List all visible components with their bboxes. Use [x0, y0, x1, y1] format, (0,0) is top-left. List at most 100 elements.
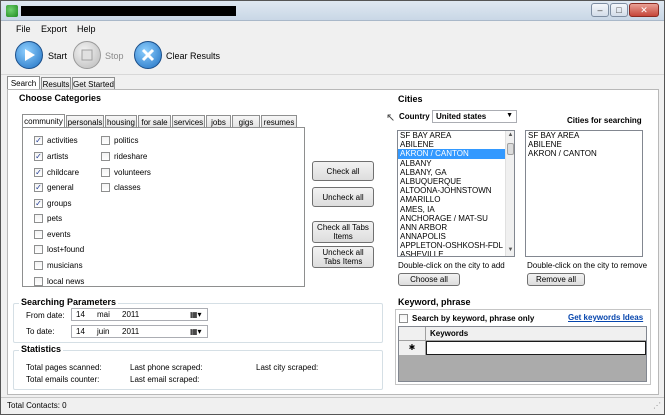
total-pages-label: Total pages scanned: — [26, 363, 102, 372]
checkbox-lost-found[interactable] — [34, 245, 43, 254]
tab-search[interactable]: Search — [7, 76, 40, 90]
scroll-up-icon[interactable]: ▲ — [507, 132, 514, 140]
stop-label[interactable]: Stop — [105, 51, 124, 61]
calendar-dropdown-icon[interactable]: ▦▾ — [190, 310, 202, 319]
app-icon — [6, 5, 18, 17]
category-list-panel: ✓ activities ✓ artists ✓ childcare ✓ gen… — [22, 127, 305, 287]
clear-x-icon — [141, 48, 155, 62]
cities-for-search-list[interactable]: SF BAY AREA ABILENE AKRON / CANTON — [525, 130, 643, 257]
maximize-button[interactable]: □ — [610, 3, 628, 17]
checkbox-groups[interactable]: ✓ — [34, 199, 43, 208]
cat-tab-community[interactable]: community — [22, 114, 65, 128]
city-list-item[interactable]: SF BAY AREA — [398, 131, 514, 140]
minimize-icon: – — [597, 5, 603, 15]
keyword-title: Keyword, phrase — [398, 297, 471, 307]
city-list[interactable]: SF BAY AREA ABILENE AKRON / CANTON ALBANY AL… — [397, 130, 515, 257]
uncheck-all-tabs-button[interactable]: Uncheck all Tabs Items — [312, 246, 374, 268]
label-volunteers: volunteers — [114, 168, 151, 177]
city-list-item[interactable]: ABILENE — [398, 140, 514, 149]
choose-all-button[interactable]: Choose all — [398, 273, 460, 286]
from-date-picker[interactable]: 14 mai 2011 ▦▾ — [71, 308, 208, 321]
uncheck-all-button[interactable]: Uncheck all — [312, 187, 374, 207]
chevron-down-icon: ▼ — [506, 112, 513, 119]
scroll-down-icon[interactable]: ▼ — [507, 247, 514, 255]
resize-grip-icon[interactable]: ⋰ — [653, 401, 661, 410]
checkbox-general[interactable]: ✓ — [34, 183, 43, 192]
city-list-item[interactable]: ANCHORAGE / MAT-SU — [398, 214, 514, 223]
minimize-button[interactable]: – — [591, 3, 609, 17]
city-list-item[interactable]: AMARILLO — [398, 195, 514, 204]
checkbox-rideshare[interactable] — [101, 152, 110, 161]
city-list-item[interactable]: AKRON / CANTON — [398, 149, 514, 159]
checkbox-classes[interactable] — [101, 183, 110, 192]
city-list-item[interactable]: ANN ARBOR — [398, 223, 514, 232]
new-row-marker: ✱ — [399, 341, 426, 355]
city-list-item[interactable]: APPLETON-OSHKOSH-FDL — [398, 241, 514, 250]
checkbox-pets[interactable] — [34, 214, 43, 223]
country-label: Country — [399, 112, 430, 121]
menu-file[interactable]: File — [16, 24, 31, 34]
checkbox-local-news[interactable] — [34, 277, 43, 286]
cities-title: Cities — [398, 94, 423, 104]
label-events: events — [47, 230, 71, 239]
menu-export[interactable]: Export — [41, 24, 67, 34]
city-list-item[interactable]: ANNAPOLIS — [398, 232, 514, 241]
from-month: mai — [97, 310, 110, 319]
keywords-column-header[interactable]: Keywords — [426, 327, 646, 341]
get-keywords-link[interactable]: Get keywords Ideas — [568, 313, 643, 322]
search-city-item[interactable]: SF BAY AREA — [526, 131, 642, 140]
start-button[interactable] — [15, 41, 43, 69]
label-activities: activities — [47, 136, 78, 145]
city-list-item[interactable]: ALTOONA-JOHNSTOWN — [398, 186, 514, 195]
checkbox-politics[interactable] — [101, 136, 110, 145]
city-list-scrollbar[interactable]: ▲ ▼ — [505, 131, 514, 256]
search-city-item[interactable]: AKRON / CANTON — [526, 149, 642, 158]
stop-button[interactable] — [73, 41, 101, 69]
country-select[interactable]: United states ▼ — [432, 110, 517, 123]
menu-help[interactable]: Help — [77, 24, 96, 34]
clear-results-button[interactable] — [134, 41, 162, 69]
clear-results-label[interactable]: Clear Results — [166, 51, 220, 61]
label-general: general — [47, 183, 74, 192]
stop-icon — [81, 49, 93, 61]
label-politics: politics — [114, 136, 139, 145]
keyword-only-label: Search by keyword, phrase only — [412, 314, 535, 323]
redacted-title — [21, 6, 236, 16]
checkbox-artists[interactable]: ✓ — [34, 152, 43, 161]
remove-all-button[interactable]: Remove all — [527, 273, 585, 286]
city-list-item[interactable]: ALBANY — [398, 159, 514, 168]
from-day: 14 — [76, 310, 85, 319]
calendar-dropdown-icon[interactable]: ▦▾ — [190, 327, 202, 336]
close-button[interactable]: ✕ — [629, 3, 659, 17]
scroll-thumb[interactable] — [507, 143, 514, 155]
city-list-item[interactable]: ASHEVILLE — [398, 250, 514, 256]
city-list-item[interactable]: ALBANY, GA — [398, 168, 514, 177]
label-groups: groups — [47, 199, 72, 208]
to-day: 14 — [76, 327, 85, 336]
label-local-news: local news — [47, 277, 85, 286]
from-date-label: From date: — [26, 311, 65, 320]
cities-for-search-title: Cities for searching — [567, 116, 642, 125]
keyword-only-checkbox[interactable] — [399, 314, 408, 323]
checkbox-activities[interactable]: ✓ — [34, 136, 43, 145]
checkbox-events[interactable] — [34, 230, 43, 239]
check-all-tabs-button[interactable]: Check all Tabs Items — [312, 221, 374, 243]
keywords-grid[interactable]: Keywords ✱ — [398, 326, 647, 382]
statistics-title: Statistics — [19, 344, 64, 354]
remove-hint: Double-click on the city to remove — [527, 261, 648, 270]
start-label[interactable]: Start — [48, 51, 67, 61]
checkbox-volunteers[interactable] — [101, 168, 110, 177]
check-all-button[interactable]: Check all — [312, 161, 374, 181]
total-emails-label: Total emails counter: — [26, 375, 100, 384]
city-list-item[interactable]: ALBUQUERQUE — [398, 177, 514, 186]
last-email-label: Last email scraped: — [130, 375, 200, 384]
app-window: – □ ✕ File Export Help Start Stop Clear … — [0, 0, 665, 415]
checkbox-childcare[interactable]: ✓ — [34, 168, 43, 177]
city-list-item[interactable]: AMES, IA — [398, 205, 514, 214]
search-city-item[interactable]: ABILENE — [526, 140, 642, 149]
checkbox-musicians[interactable] — [34, 261, 43, 270]
to-date-picker[interactable]: 14 juin 2011 ▦▾ — [71, 325, 208, 338]
to-year: 2011 — [122, 327, 140, 336]
categories-title: Choose Categories — [19, 93, 102, 103]
keyword-new-row-cell[interactable] — [426, 341, 646, 355]
